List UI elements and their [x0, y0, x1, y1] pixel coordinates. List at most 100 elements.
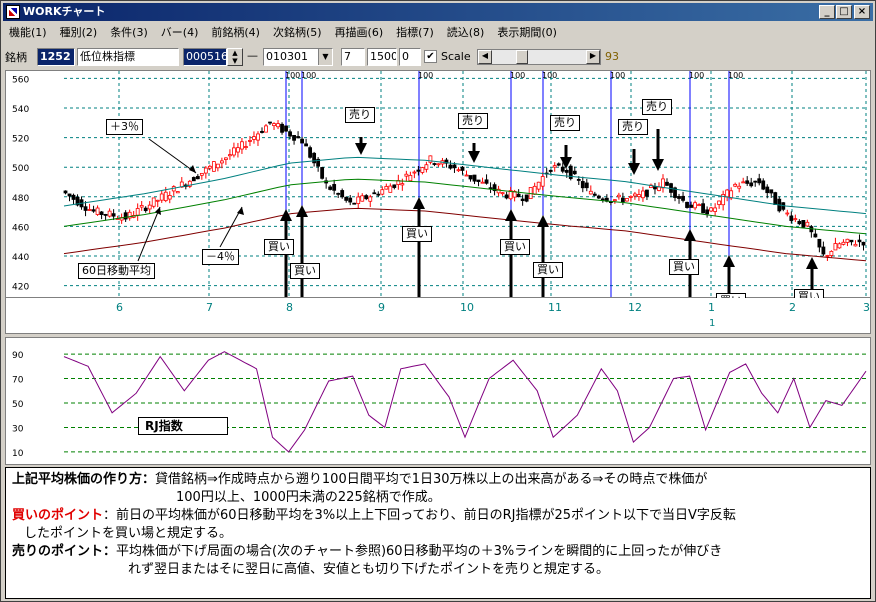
candle-body — [83, 206, 88, 211]
menu-item-jouken[interactable]: 条件(3) — [104, 23, 154, 43]
period-marker-label: 100 — [728, 71, 743, 80]
candle-body — [737, 185, 742, 189]
candle-body — [516, 193, 521, 198]
scroll-left-icon[interactable]: ◀ — [478, 50, 492, 64]
price-y-tick: 540 — [12, 105, 29, 115]
scale-checkbox[interactable]: ✔ — [424, 50, 437, 63]
candle-body — [219, 160, 224, 164]
buy-label: 買い — [264, 239, 294, 255]
avg-line-1: 上記平均株価の作り方：貸借銘柄⇒作成時点から遡り100日間平均で1日30万株以上… — [12, 471, 864, 489]
candle-body — [280, 123, 284, 133]
field-2-input[interactable]: 000516 — [183, 48, 227, 66]
candle-body — [805, 221, 810, 227]
sell-arrow-head — [652, 159, 664, 171]
chevron-down-icon[interactable]: ▼ — [318, 49, 332, 65]
candle-body — [388, 185, 393, 193]
candle-body — [761, 180, 766, 190]
menu-item-bar[interactable]: バー(4) — [155, 23, 205, 43]
candle-body — [215, 163, 220, 169]
candle-body — [460, 166, 465, 171]
ma60-pointer-head — [155, 207, 161, 215]
candle-body — [320, 167, 325, 179]
dash-separator: — — [247, 49, 258, 62]
candle-body — [336, 192, 341, 195]
candle-body — [191, 177, 196, 182]
candle-body — [693, 202, 697, 209]
minimize-icon[interactable]: _ — [819, 5, 835, 19]
menu-item-period[interactable]: 表示期間(0) — [491, 23, 563, 43]
candle-body — [63, 190, 68, 194]
candle-body — [288, 131, 292, 137]
period-marker-label: 100 — [689, 71, 704, 80]
candle-body — [821, 246, 826, 255]
spinner-icon[interactable]: ▲ ▼ — [227, 48, 243, 66]
slider-thumb[interactable] — [516, 50, 528, 64]
stock-code-input[interactable]: 1252 — [37, 48, 75, 66]
candle-body — [163, 191, 168, 202]
candle-body — [637, 194, 641, 198]
menu-item-redraw[interactable]: 再描画(6) — [329, 23, 390, 43]
candle-body — [661, 178, 665, 189]
close-icon[interactable]: × — [854, 5, 870, 19]
candle-body — [769, 189, 774, 194]
menu-item-kinou[interactable]: 機能(1) — [3, 23, 53, 43]
candle-body — [260, 130, 264, 133]
candle-body — [87, 209, 92, 211]
candle-body — [572, 170, 577, 175]
buy-arrow-head — [806, 257, 818, 269]
candle-body — [348, 197, 353, 203]
candle-body — [576, 179, 581, 181]
candle-body — [344, 196, 349, 201]
buy-arrow-head — [413, 197, 425, 209]
price-chart[interactable]: 560 540 520 500 480 460 440 420 100 100 100 100 100 1… — [5, 70, 871, 309]
candle-body — [368, 196, 373, 202]
price-y-tick: 460 — [12, 223, 29, 233]
candle-body — [681, 195, 685, 201]
candle-body — [147, 204, 152, 210]
plus3-pointer — [148, 138, 197, 174]
field-4-input[interactable]: 7 — [341, 48, 365, 66]
menu-item-prev-stock[interactable]: 前銘柄(4) — [205, 23, 266, 43]
candle-body — [123, 212, 128, 220]
menu-item-next-stock[interactable]: 次銘柄(5) — [267, 23, 328, 43]
title-bar[interactable]: WORKチャート _ □ × — [3, 3, 873, 21]
candle-body — [199, 172, 204, 176]
candle-body — [665, 181, 669, 186]
candle-body — [785, 212, 790, 215]
scale-slider[interactable]: ◀ ▶ — [477, 49, 601, 65]
candle-body — [789, 215, 794, 221]
candle-body — [580, 181, 585, 189]
stock-name-input[interactable]: 低位株指標 — [77, 48, 179, 66]
menu-item-load[interactable]: 読込(8) — [441, 23, 491, 43]
menu-item-shubetsu[interactable]: 種別(2) — [54, 23, 104, 43]
price-y-tick: 520 — [12, 135, 29, 145]
buy-label: 買い — [533, 262, 563, 278]
menu-item-indicator[interactable]: 指標(7) — [390, 23, 440, 43]
candle-body — [701, 203, 705, 214]
candle-body — [111, 213, 116, 217]
description-panel: 上記平均株価の作り方：貸借銘柄⇒作成時点から遡り100日間平均で1日30万株以上… — [5, 467, 871, 599]
candle-body — [252, 136, 256, 140]
candle-body — [408, 174, 413, 182]
scroll-right-icon[interactable]: ▶ — [586, 50, 600, 64]
plus3-label: ＋3％ — [106, 119, 143, 135]
buy-label: 買い — [290, 263, 320, 279]
field-3-select[interactable]: 010301 ▼ — [263, 48, 333, 66]
sell-label: 売り — [550, 115, 580, 131]
candle-body — [484, 179, 489, 184]
field-6-input[interactable]: 0 — [399, 48, 421, 66]
maximize-icon[interactable]: □ — [836, 5, 852, 19]
candle-body — [107, 210, 112, 217]
field-5-input[interactable]: 1500 — [367, 48, 397, 66]
candle-body — [556, 163, 561, 166]
candle-body — [360, 195, 365, 202]
candle-body — [151, 197, 156, 207]
candle-body — [552, 165, 557, 168]
period-marker-label: 100 — [610, 71, 625, 80]
candle-body — [829, 251, 834, 256]
candle-body — [825, 255, 830, 257]
candle-body — [364, 195, 369, 200]
rj-y-tick: 30 — [12, 424, 24, 434]
rj-chart[interactable]: 90 70 50 30 10 RJ指数 — [5, 337, 871, 465]
candle-body — [99, 211, 104, 215]
